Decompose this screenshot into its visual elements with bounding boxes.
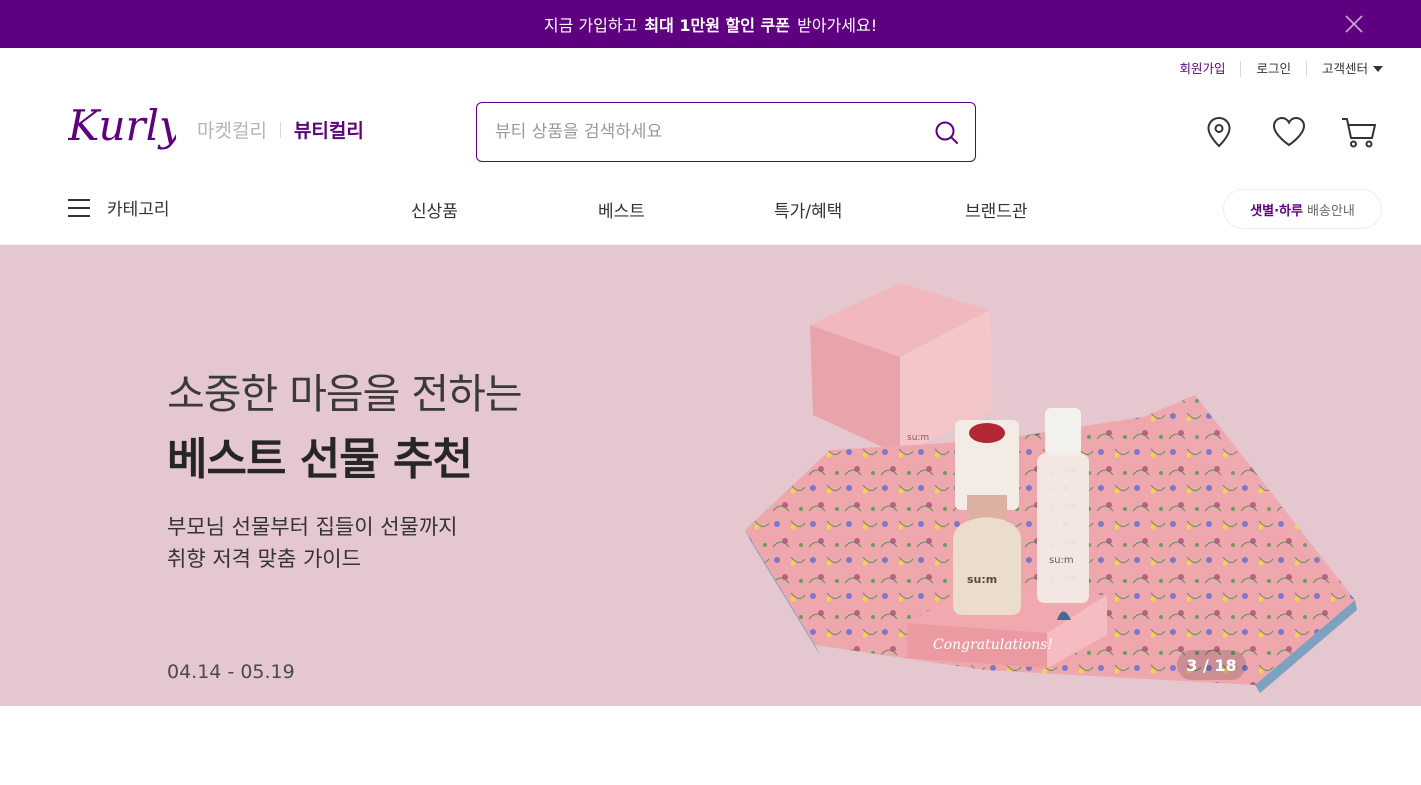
tab-divider — [279, 121, 281, 138]
banner-headline-2: 베스트 선물 추천 — [167, 434, 473, 485]
tab-beauty-kurly[interactable]: 뷰티컬리 — [294, 116, 364, 143]
gift-box-illustration: su:m Congratulations! su:m su:m — [745, 283, 1357, 693]
promo-text-before: 지금 가입하고 — [543, 16, 638, 35]
location-icon[interactable] — [1200, 113, 1238, 151]
kurly-logo[interactable]: Kurly — [68, 100, 176, 162]
bottle-2-brand: su:m — [1049, 555, 1074, 566]
slide-pager[interactable]: 3 / 18 — [1177, 650, 1246, 680]
search-input[interactable] — [495, 122, 935, 142]
bottle-1-brand: su:m — [967, 573, 997, 586]
customer-center-link[interactable]: 고객센터 — [1305, 61, 1383, 77]
search-box — [476, 102, 976, 162]
banner-headline-1: 소중한 마음을 전하는 — [167, 370, 523, 418]
heart-icon[interactable] — [1270, 113, 1308, 151]
nav-item-best[interactable]: 베스트 — [598, 197, 645, 222]
customer-center-label: 고객센터 — [1321, 61, 1368, 76]
caret-down-icon — [1373, 66, 1383, 72]
banner-subtext-1: 부모님 선물부터 집들이 선물까지 — [167, 515, 458, 539]
promo-banner[interactable]: 지금 가입하고 최대 1만원 할인 쿠폰 받아가세요! — [0, 0, 1421, 48]
utility-links: 회원가입 로그인 고객센터 — [1164, 58, 1383, 80]
tab-market-kurly[interactable]: 마켓컬리 — [197, 116, 267, 143]
delivery-info-button[interactable]: 샛별·하루 배송안내 — [1223, 189, 1382, 229]
delivery-type-label: 샛별·하루 — [1250, 203, 1303, 219]
nav-item-brands[interactable]: 브랜드관 — [965, 197, 1028, 222]
main-nav: 카테고리 신상품 베스트 특가/혜택 브랜드관 샛별·하루 배송안내 — [0, 178, 1421, 244]
logo-text: Kurly — [68, 101, 176, 150]
delivery-info-label: 배송안내 — [1306, 203, 1355, 219]
mall-tabs: 마켓컬리 뷰티컬리 — [197, 116, 364, 143]
box-message: Congratulations! — [933, 637, 1053, 653]
hamburger-icon — [68, 198, 90, 217]
cart-icon[interactable] — [1340, 113, 1378, 151]
promo-text-after: 받아가세요! — [797, 16, 878, 35]
nav-item-deals[interactable]: 특가/혜택 — [774, 197, 842, 222]
nav-item-new[interactable]: 신상품 — [411, 197, 458, 222]
box-back-brand: su:m — [907, 433, 929, 443]
signup-link[interactable]: 회원가입 — [1164, 61, 1240, 77]
banner-subtext-2: 취향 저격 맞춤 가이드 — [167, 547, 361, 571]
search-icon[interactable] — [933, 119, 961, 147]
category-label: 카테고리 — [107, 200, 170, 220]
main-banner[interactable]: 소중한 마음을 전하는 베스트 선물 추천 부모님 선물부터 집들이 선물까지 … — [0, 245, 1421, 706]
promo-text-bold: 최대 1만원 할인 쿠폰 — [644, 16, 790, 35]
banner-date: 04.14 - 05.19 — [167, 661, 295, 683]
login-link[interactable]: 로그인 — [1240, 61, 1306, 77]
category-menu-button[interactable]: 카테고리 — [68, 195, 170, 220]
close-icon[interactable] — [1343, 13, 1365, 35]
